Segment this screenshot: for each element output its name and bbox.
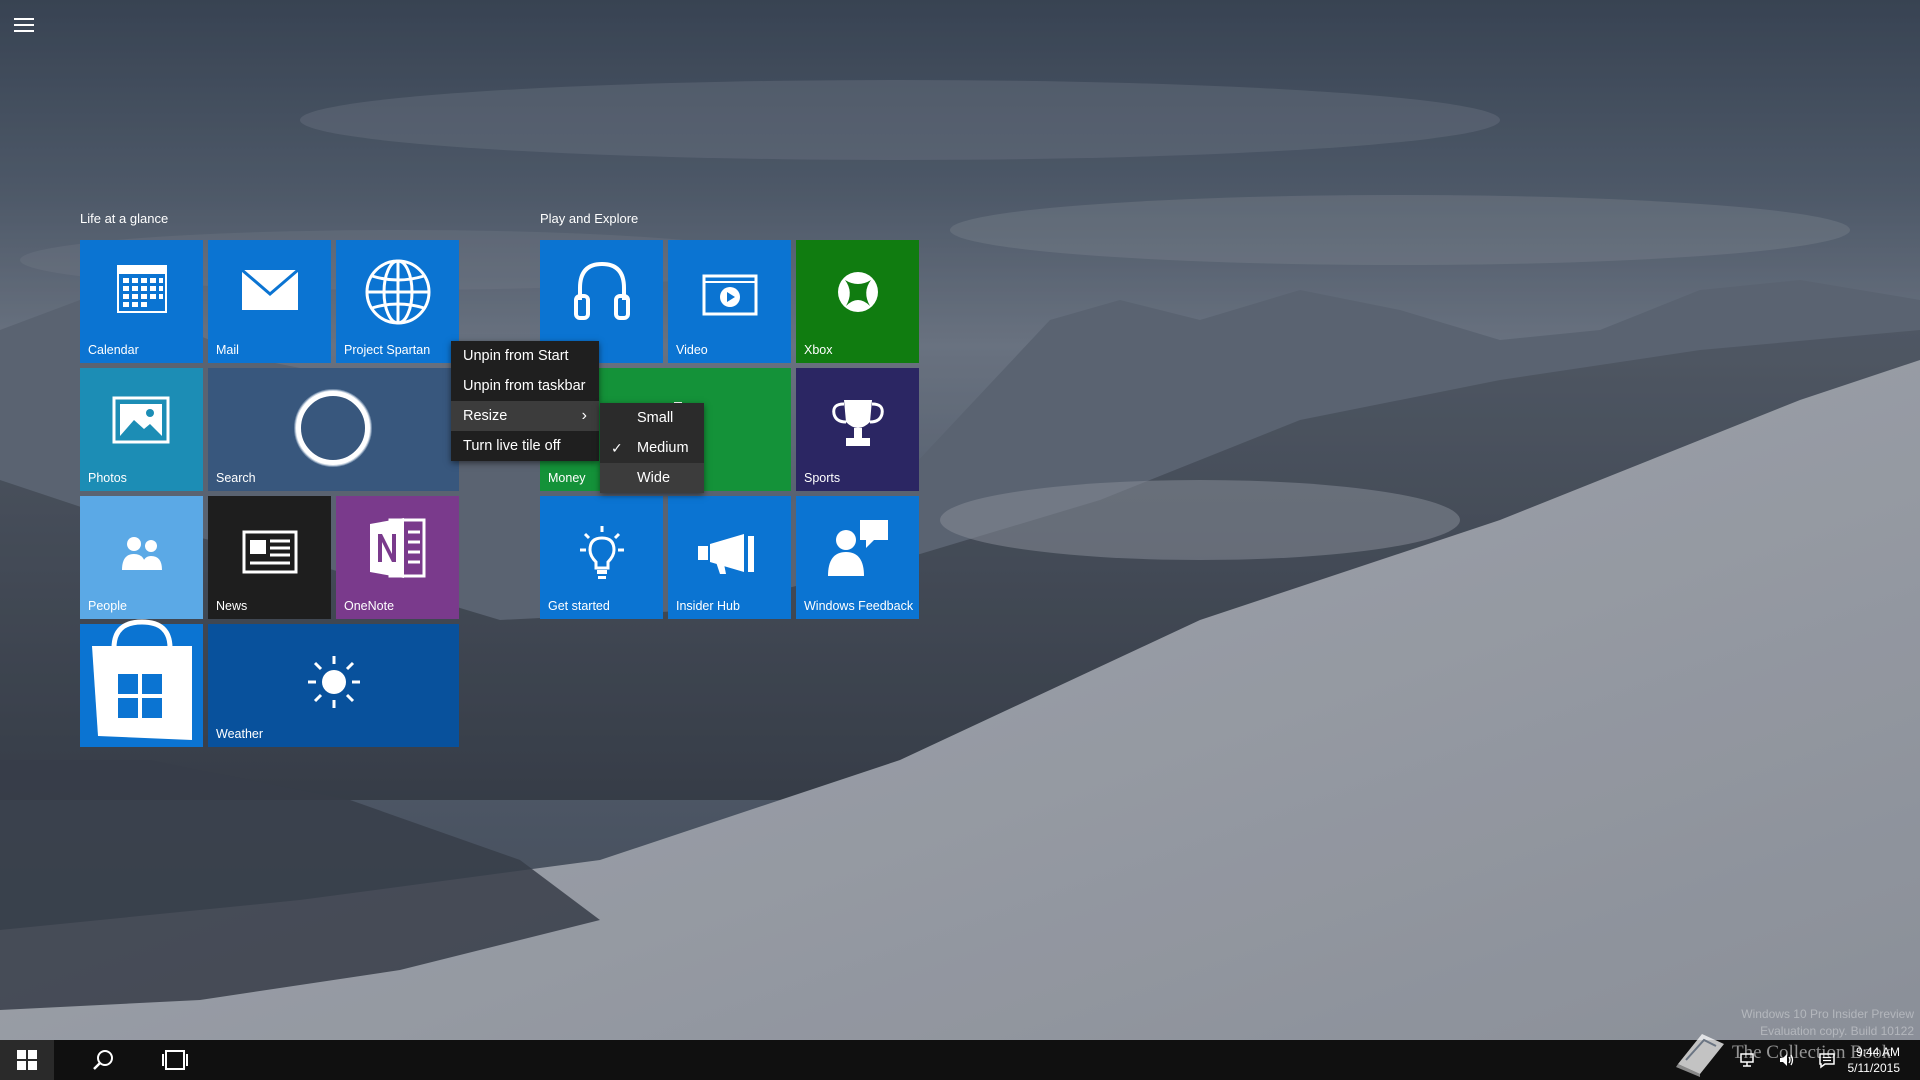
group-title-play-and-explore: Play and Explore <box>540 211 639 226</box>
resize-submenu: Small ✓ Medium Wide <box>600 403 704 493</box>
sun-icon <box>308 656 360 708</box>
tile-get-started[interactable]: Get started <box>540 496 663 619</box>
tile-label: Search <box>216 471 256 485</box>
tile-windows-feedback[interactable]: Windows Feedback <box>796 496 919 619</box>
taskbar: 9:44 AM 5/11/2015 <box>0 1040 1920 1080</box>
brand-text: The Collection Book <box>1732 1042 1892 1063</box>
tile-insider-hub[interactable]: Insider Hub <box>668 496 791 619</box>
tile-label: Calendar <box>88 343 139 357</box>
watermark-line-1: Windows 10 Pro Insider Preview <box>1741 1007 1914 1021</box>
menu-item-unpin-from-start[interactable]: Unpin from Start <box>451 341 599 371</box>
task-view-icon <box>162 1050 188 1070</box>
tile-photos[interactable]: Photos <box>80 368 203 491</box>
photos-icon <box>112 396 170 444</box>
chevron-right-icon: › <box>581 407 587 424</box>
tile-onenote[interactable]: OneNote <box>336 496 459 619</box>
search-icon <box>93 1050 113 1070</box>
tile-label: OneNote <box>344 599 395 613</box>
submenu-item-label: Medium <box>637 440 689 456</box>
tile-weather[interactable]: Weather <box>208 624 459 747</box>
tile-label: Money <box>548 471 586 485</box>
megaphone-icon <box>698 534 754 574</box>
tile-store[interactable] <box>80 619 203 747</box>
headphones-icon <box>574 261 630 320</box>
tile-label: News <box>216 599 248 613</box>
brand-logo: The Collection Book <box>1672 1028 1891 1078</box>
store-bag-icon <box>92 619 192 740</box>
book-icon <box>1676 1034 1724 1077</box>
tile-label: Get started <box>548 599 610 613</box>
trophy-icon <box>832 400 884 446</box>
submenu-item-medium[interactable]: ✓ Medium <box>600 433 704 463</box>
tile-label: Mail <box>216 343 239 357</box>
lightbulb-icon <box>580 526 624 579</box>
tile-project-spartan[interactable]: Project Spartan <box>336 240 459 363</box>
menu-item-turn-live-tile-off[interactable]: Turn live tile off <box>451 431 599 461</box>
tile-sports[interactable]: Sports <box>796 368 919 491</box>
start-button[interactable] <box>0 1040 54 1080</box>
submenu-item-small[interactable]: Small <box>600 403 704 433</box>
group-title-life-at-a-glance: Life at a glance <box>80 211 169 226</box>
tile-label: Windows Feedback <box>804 599 914 613</box>
tile-calendar[interactable]: Calendar <box>80 240 203 363</box>
mail-icon <box>241 268 299 310</box>
tile-label: Photos <box>88 471 127 485</box>
tile-label: Video <box>676 343 708 357</box>
menu-item-resize[interactable]: Resize › <box>451 401 599 431</box>
menu-item-label: Resize <box>463 408 508 424</box>
tile-news[interactable]: News <box>208 496 331 619</box>
tile-context-menu: Unpin from Start Unpin from taskbar Resi… <box>451 341 599 461</box>
tile-label: Sports <box>804 471 841 485</box>
onenote-icon <box>370 518 426 578</box>
people-icon <box>122 537 162 570</box>
menu-item-unpin-from-taskbar[interactable]: Unpin from taskbar <box>451 371 599 401</box>
tile-label: Xbox <box>804 343 833 357</box>
tile-label: Project Spartan <box>344 343 431 357</box>
taskbar-search-button[interactable] <box>76 1040 130 1080</box>
task-view-button[interactable] <box>148 1040 202 1080</box>
tile-mail[interactable]: Mail <box>208 240 331 363</box>
video-icon <box>702 274 758 316</box>
hamburger-menu-icon[interactable] <box>14 18 34 32</box>
checkmark-icon: ✓ <box>611 440 623 456</box>
submenu-item-wide[interactable]: Wide <box>600 463 704 493</box>
windows-logo-icon <box>17 1050 37 1070</box>
news-icon <box>242 530 298 574</box>
tile-video[interactable]: Video <box>668 240 791 363</box>
tile-label: Weather <box>216 727 264 741</box>
tile-xbox[interactable]: Xbox <box>796 240 919 363</box>
globe-icon <box>365 259 431 325</box>
tile-label: Insider Hub <box>676 599 740 613</box>
tile-label: People <box>88 599 127 613</box>
xbox-icon <box>838 272 878 312</box>
tile-search[interactable]: Search <box>208 368 459 491</box>
tile-people[interactable]: People <box>80 496 203 619</box>
cortana-ring-icon <box>294 389 372 467</box>
feedback-icon <box>828 520 888 576</box>
calendar-icon <box>117 265 167 313</box>
